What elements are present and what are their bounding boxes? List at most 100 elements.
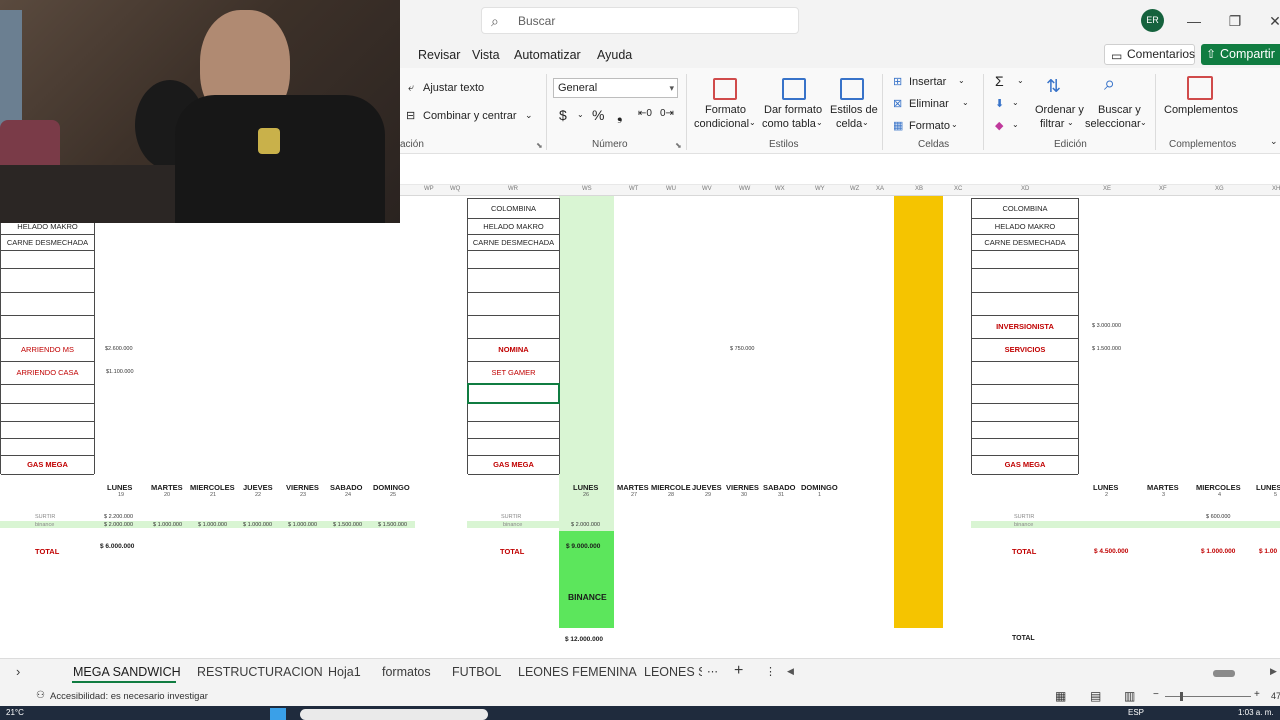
category-cell[interactable] — [1, 316, 94, 339]
surtir-value[interactable]: $ 2.200.000 — [104, 514, 133, 520]
add-sheet-icon[interactable]: + — [734, 662, 743, 680]
binance-value[interactable]: $ 1.000.000 — [288, 522, 317, 528]
day-header[interactable]: LUNES — [573, 483, 598, 492]
menu-automatizar[interactable]: Automatizar — [514, 48, 581, 62]
find-select-icon[interactable]: ⌕ — [1104, 73, 1115, 96]
day-header[interactable]: LUNES — [1256, 483, 1280, 492]
day-header[interactable]: LUNES — [1093, 483, 1118, 492]
binance-value[interactable]: $ 1.000.000 — [243, 522, 272, 528]
accessibility-icon[interactable]: ⚇ — [36, 690, 45, 701]
col-header[interactable]: WW — [739, 186, 750, 192]
category-cell[interactable]: HELADO MAKRO — [468, 219, 559, 235]
zoom-out-icon[interactable]: − — [1153, 689, 1159, 700]
minimize-icon[interactable]: — — [1179, 9, 1209, 33]
spreadsheet-grid[interactable]: HELADO MAKRO CARNE DESMECHADA ARRIENDO M… — [0, 196, 1280, 658]
binance-box-label[interactable]: BINANCE — [568, 592, 607, 602]
sheet-options-icon[interactable]: ⋮ — [765, 665, 776, 678]
category-cell[interactable]: INVERSIONISTA — [972, 316, 1078, 339]
category-cell[interactable] — [1, 293, 94, 316]
menu-ayuda[interactable]: Ayuda — [597, 48, 632, 62]
format-as-table-line1[interactable]: Dar formato — [764, 104, 822, 116]
chevron-down-icon[interactable]: ⌄ — [951, 120, 958, 129]
category-cell[interactable] — [468, 422, 559, 439]
chevron-down-icon[interactable]: ⌄ — [577, 110, 584, 119]
category-cell[interactable] — [468, 439, 559, 456]
thousands-button[interactable]: ❟ — [617, 107, 623, 124]
category-cell[interactable] — [1, 385, 94, 404]
wrap-text-button[interactable]: Ajustar texto — [423, 82, 484, 94]
zoom-slider-thumb[interactable] — [1180, 692, 1183, 701]
delete-icon[interactable]: ⊠ — [893, 97, 902, 110]
chevron-down-icon[interactable]: ⌄ — [962, 98, 969, 107]
restore-icon[interactable]: ❐ — [1220, 9, 1250, 33]
day-header[interactable]: MARTES — [1147, 483, 1179, 492]
collapse-ribbon-icon[interactable]: ⌄ — [1270, 136, 1278, 147]
chevron-down-icon[interactable]: ⌄ — [1012, 120, 1019, 129]
category-cell[interactable]: GAS MEGA — [1, 456, 94, 475]
addins-button[interactable]: Complementos — [1164, 104, 1238, 116]
format-icon[interactable]: ▦ — [893, 119, 903, 132]
col-header[interactable]: WQ — [450, 186, 460, 192]
total-value[interactable]: $ 9.000.000 — [566, 543, 600, 550]
chevron-down-icon[interactable]: ⌄ — [1067, 118, 1074, 127]
day-header[interactable]: MIERCOLES — [1196, 483, 1241, 492]
number-format-select[interactable]: General ▾ — [553, 78, 678, 98]
category-cell[interactable] — [972, 404, 1078, 422]
binance-value[interactable]: $ 1.500.000 — [378, 522, 407, 528]
insert-icon[interactable]: ⊞ — [893, 75, 902, 88]
day-header[interactable]: SABADO — [763, 483, 796, 492]
total-value[interactable]: $ 4.500.000 — [1094, 548, 1128, 555]
category-cell[interactable]: ARRIENDO CASA — [1, 362, 94, 385]
avatar[interactable]: ER — [1141, 9, 1164, 32]
category-cell[interactable] — [468, 251, 559, 269]
conditional-format-line1[interactable]: Formato — [705, 104, 746, 116]
category-cell[interactable]: SERVICIOS — [972, 339, 1078, 362]
tab-leones-su[interactable]: LEONES SU — [644, 665, 702, 679]
normal-view-icon[interactable]: ▦ — [1055, 689, 1066, 703]
category-cell[interactable]: NOMINA — [468, 339, 559, 362]
horizontal-scrollbar[interactable]: ◀ ▶ — [787, 666, 1280, 680]
decrease-decimal-icon[interactable]: 0⇥ — [660, 108, 674, 119]
format-as-table-icon[interactable] — [782, 78, 806, 100]
binance-value[interactable]: $ 1.000.000 — [153, 522, 182, 528]
day-header[interactable]: JUEVES — [692, 483, 722, 492]
col-header[interactable]: WR — [508, 186, 518, 192]
zoom-slider[interactable] — [1165, 696, 1251, 697]
category-cell[interactable] — [1, 422, 94, 439]
total-value[interactable]: $ 6.000.000 — [100, 543, 134, 550]
category-cell[interactable] — [972, 362, 1078, 385]
col-header[interactable]: WU — [666, 186, 676, 192]
category-cell[interactable]: SET GAMER — [468, 362, 559, 385]
category-cell[interactable] — [468, 293, 559, 316]
col-header[interactable]: WX — [775, 186, 785, 192]
sort-filter-line2[interactable]: filtrar — [1040, 118, 1064, 130]
conditional-format-icon[interactable] — [713, 78, 737, 100]
tab-futbol[interactable]: FUTBOL — [452, 665, 501, 679]
cell-styles-line1[interactable]: Estilos de — [830, 104, 878, 116]
day-header[interactable]: JUEVES — [243, 483, 273, 492]
value-cell[interactable]: $ 1.500.000 — [1092, 346, 1121, 352]
col-header[interactable]: XG — [1215, 186, 1224, 192]
col-header[interactable]: XB — [915, 186, 923, 192]
col-header[interactable]: XA — [876, 186, 884, 192]
category-cell[interactable] — [468, 404, 559, 422]
page-break-icon[interactable]: ▥ — [1124, 689, 1135, 703]
zoom-level[interactable]: 47 — [1271, 691, 1280, 701]
close-icon[interactable]: ✕ — [1260, 9, 1280, 33]
category-cell[interactable]: ARRIENDO MS — [1, 339, 94, 362]
day-header[interactable]: VIERNES — [726, 483, 759, 492]
dialog-launcher-icon[interactable]: ⬊ — [536, 141, 543, 150]
dialog-launcher-icon[interactable]: ⬊ — [675, 141, 682, 150]
day-header[interactable]: SABADO — [330, 483, 363, 492]
tab-mega-sandwich[interactable]: MEGA SANDWICH — [73, 665, 181, 679]
menu-revisar[interactable]: Revisar — [418, 48, 460, 62]
category-cell[interactable] — [468, 269, 559, 293]
clock[interactable]: 1:03 a. m. — [1238, 708, 1274, 717]
binance-value[interactable]: $ 2.000.000 — [571, 522, 600, 528]
category-cell[interactable]: CARNE DESMECHADA — [1, 235, 94, 251]
percent-button[interactable]: % — [592, 107, 604, 123]
col-header[interactable]: XD — [1021, 186, 1029, 192]
col-header[interactable]: WV — [702, 186, 712, 192]
binance-value[interactable]: $ 1.500.000 — [333, 522, 362, 528]
merge-center-icon[interactable]: ⊟ — [406, 109, 415, 122]
